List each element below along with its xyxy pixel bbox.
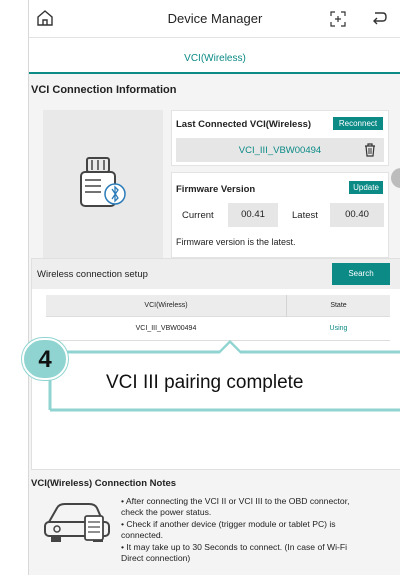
note-line: • It may take up to 30 Seconds to connec…: [121, 541, 348, 552]
firmware-panel: Firmware Version Update Current 00.41 La…: [171, 172, 389, 258]
callout-text: VCI III pairing complete: [106, 372, 304, 393]
vci-bluetooth-icon: [80, 157, 126, 207]
vci-name: VCI_III_VBW00494: [238, 145, 322, 156]
car-obd-icon: [44, 503, 110, 542]
pairing-callout: VCI III pairing complete: [46, 340, 400, 414]
notes-title: VCI(Wireless) Connection Notes: [31, 478, 177, 489]
connection-info-panel: Last Connected VCI(Wireless) Reconnect V…: [43, 110, 389, 258]
firmware-label: Firmware Version: [176, 184, 256, 195]
row-state: Using: [329, 325, 348, 332]
step-number: 4: [38, 346, 52, 373]
wireless-setup-header: Wireless connection setup Search: [32, 259, 400, 289]
vci-device-image: [43, 110, 163, 258]
side-drawer-handle[interactable]: [391, 168, 400, 188]
reconnect-button[interactable]: Reconnect: [333, 117, 383, 130]
tab-label: VCI(Wireless): [184, 53, 246, 64]
app-window: Device Manager VCI(Wireless) VCI Connect…: [28, 0, 400, 575]
column-header-vci: VCI(Wireless): [144, 302, 188, 309]
column-header-state: State: [330, 302, 347, 309]
tab-vci-wireless[interactable]: VCI(Wireless): [29, 38, 400, 74]
last-connected-label: Last Connected VCI(Wireless): [176, 119, 312, 130]
notes-text: • After connecting the VCI II or VCI III…: [121, 496, 400, 564]
note-line: Direct connection): [121, 553, 191, 564]
note-line: • After connecting the VCI II or VCI III…: [121, 496, 350, 506]
scan-icon[interactable]: [329, 10, 347, 28]
note-line: • Check if another device (trigger modul…: [121, 518, 336, 529]
trash-icon[interactable]: [364, 143, 376, 157]
firmware-message: Firmware version is the latest.: [176, 237, 296, 247]
vci-table: VCI(Wireless) State VCI_III_VBW00494 Usi…: [46, 295, 390, 341]
connection-info-title: VCI Connection Information: [31, 84, 177, 96]
firmware-versions: Current 00.41 Latest 00.40: [176, 203, 384, 227]
app-header: Device Manager: [29, 0, 400, 38]
update-button[interactable]: Update: [349, 181, 383, 194]
latest-value: 00.40: [330, 203, 384, 227]
current-value: 00.41: [228, 203, 278, 227]
wireless-setup-title: Wireless connection setup: [37, 269, 148, 280]
search-button[interactable]: Search: [332, 263, 390, 285]
last-connected-vci: VCI_III_VBW00494: [176, 138, 384, 162]
latest-label: Latest: [292, 210, 318, 221]
note-line: connected.: [121, 530, 164, 541]
step-badge: 4: [22, 338, 68, 380]
table-header: VCI(Wireless) State: [46, 295, 390, 317]
table-row[interactable]: VCI_III_VBW00494 Using: [46, 317, 390, 341]
row-vci-name: VCI_III_VBW00494: [135, 325, 197, 332]
back-icon[interactable]: [369, 8, 389, 28]
note-line: check the power status.: [121, 507, 212, 518]
last-connected-panel: Last Connected VCI(Wireless) Reconnect V…: [171, 110, 389, 166]
current-label: Current: [182, 210, 214, 221]
